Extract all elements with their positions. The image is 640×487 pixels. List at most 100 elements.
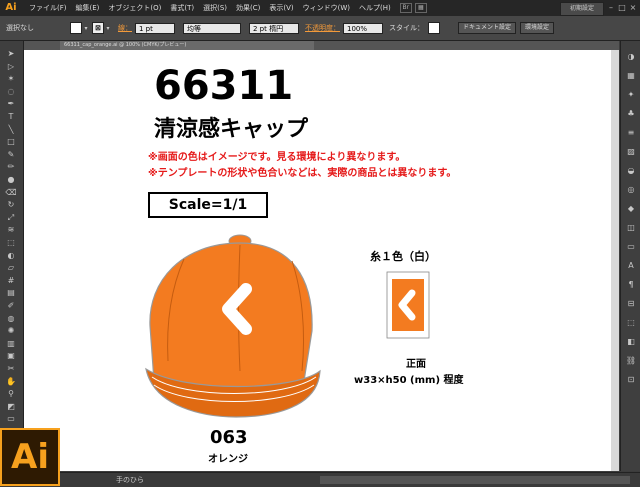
document-setup-button[interactable]: ドキュメント設定 [458,22,517,34]
opacity-field[interactable]: 100% [343,22,383,34]
magic-wand-icon[interactable]: ✶ [4,74,18,84]
scale-icon[interactable]: ⤢ [4,213,18,223]
chevron-down-icon[interactable]: ▾ [104,23,112,34]
thread-color-label: 糸１色（白） [370,250,436,263]
stroke-label[interactable]: 線： [118,23,132,33]
arrange-icon[interactable]: ▦ [414,3,427,13]
appearance-icon[interactable]: ◎ [624,184,638,196]
menu-window[interactable]: ウィンドウ(W) [303,3,350,13]
pen-icon[interactable]: ✒ [4,99,18,109]
color-name: オレンジ [208,454,248,465]
embroidery-patch [392,279,424,331]
width-icon[interactable]: ≋ [4,225,18,235]
stroke-none-swatch[interactable]: ⊠ [92,22,104,34]
status-bar: 手のひら [60,472,640,487]
document-tab-bar: 66311_cap_orange.ai @ 100% (CMYK/プレビュー) [24,41,619,50]
embroidery-preview [386,271,430,339]
artboards-icon[interactable]: ▭ [624,241,638,253]
fill-swatch[interactable] [70,22,82,34]
pencil-icon[interactable]: ✏ [4,162,18,172]
selection-icon[interactable]: ➤ [4,49,18,59]
color-notice: ※画面の色はイメージです。見る環境により異なります。 [148,152,406,163]
workspace-switcher[interactable]: 初期設定 [560,2,604,16]
current-tool-status[interactable]: 手のひら [116,475,144,485]
graph-icon[interactable]: ▥ [4,339,18,349]
style-label: スタイル： [389,24,424,32]
panel-dock: ◑ ▦ ✦ ♣ ≡ ▨ ◒ ◎ ◆ ◫ ▭ A ¶ ⊟ ⬚ ◧ ⛓ ⊡ [620,41,640,471]
stroke-weight-field[interactable]: 1 pt [135,22,175,34]
transparency-icon[interactable]: ◒ [624,165,638,177]
paragraph-icon[interactable]: ¶ [624,279,638,291]
product-name: 清涼感キャップ [154,117,309,142]
links-icon[interactable]: ⛓ [624,355,638,367]
gradient-icon[interactable]: ▤ [4,288,18,298]
opacity-label[interactable]: 不透明度： [305,23,340,33]
graphic-styles-icon[interactable]: ◆ [624,203,638,215]
shape-notice: ※テンプレートの形状や色合いなどは、実際の商品とは異なります。 [148,168,457,179]
menu-view[interactable]: 表示(V) [269,3,293,13]
minimize-button[interactable]: – [606,2,616,13]
menu-effect[interactable]: 効果(C) [236,3,260,13]
paintbrush-icon[interactable]: ✎ [4,150,18,160]
graphic-style-swatch[interactable] [428,22,440,34]
color-code: 063 [210,427,248,448]
blob-brush-icon[interactable]: ● [4,175,18,185]
vertical-scrollbar[interactable] [611,50,619,471]
menu-help[interactable]: ヘルプ(H) [359,3,391,13]
mesh-icon[interactable]: # [4,276,18,286]
menu-select[interactable]: 選択(S) [203,3,227,13]
character-icon[interactable]: A [624,260,638,272]
zoom-icon[interactable]: ⚲ [4,389,18,399]
blend-icon[interactable]: ◍ [4,314,18,324]
free-transform-icon[interactable]: ⬚ [4,238,18,248]
symbols-icon[interactable]: ♣ [624,108,638,120]
swatches-icon[interactable]: ▦ [624,70,638,82]
hand-icon[interactable]: ✋ [4,377,18,387]
direct-selection-icon[interactable]: ▷ [4,62,18,72]
artboard-icon[interactable]: ▣ [4,351,18,361]
eraser-icon[interactable]: ⌫ [4,188,18,198]
slice-icon[interactable]: ✂ [4,364,18,374]
menu-icons: Br ▦ [397,3,427,13]
type-icon[interactable]: T [4,112,18,122]
brush-field[interactable]: 2 pt 楕円 [249,22,299,34]
stroke-profile-field[interactable]: 均等 [183,22,241,34]
maximize-button[interactable]: □ [617,2,627,13]
bridge-icon[interactable]: Br [399,3,412,13]
layers-icon[interactable]: ◫ [624,222,638,234]
lasso-icon[interactable]: ◌ [4,87,18,97]
align-icon[interactable]: ⊟ [624,298,638,310]
transform-icon[interactable]: ⬚ [624,317,638,329]
menu-type[interactable]: 書式(T) [170,3,194,13]
control-bar: 選択なし ▾ ⊠ ▾ 線： 1 pt 均等 2 pt 楕円 不透明度： 100%… [0,16,640,41]
artboard-canvas[interactable]: 66311_cap_orange.ai @ 100% (CMYK/プレビュー) … [24,41,619,471]
close-button[interactable]: × [628,2,638,13]
gradient-panel-icon[interactable]: ▨ [624,146,638,158]
brushes-icon[interactable]: ✦ [624,89,638,101]
chevron-down-icon[interactable]: ▾ [82,23,90,34]
tools-panel: ➤ ▷ ✶ ◌ ✒ T ╲ □ ✎ ✏ ● ⌫ ↻ ⤢ ≋ ⬚ ◐ ▱ # ▤ ✐ ◍ ✺ ▥ ▣ ✂ ✋ ⚲ ◩ ▭ [0,41,24,431]
eyedropper-icon[interactable]: ✐ [4,301,18,311]
scale-label: Scale=1/1 [148,192,268,218]
perspective-icon[interactable]: ▱ [4,263,18,273]
fill-stroke-icon[interactable]: ◩ [4,402,18,412]
menu-file[interactable]: ファイル(F) [29,3,67,13]
cap-illustration [145,234,321,418]
menu-edit[interactable]: 編集(E) [76,3,100,13]
stroke-icon[interactable]: ≡ [624,127,638,139]
front-label: 正面 [406,359,426,370]
preferences-button[interactable]: 環境設定 [520,22,555,34]
horizontal-scrollbar[interactable] [320,476,630,484]
pathfinder-icon[interactable]: ◧ [624,336,638,348]
rotate-icon[interactable]: ↻ [4,200,18,210]
color-panel-icon[interactable]: ◑ [624,51,638,63]
navigator-icon[interactable]: ⊡ [624,374,638,386]
screen-mode-icon[interactable]: ▭ [4,414,18,424]
document-tab[interactable]: 66311_cap_orange.ai @ 100% (CMYK/プレビュー) [60,41,314,50]
menu-object[interactable]: オブジェクト(O) [108,3,161,13]
shape-builder-icon[interactable]: ◐ [4,251,18,261]
product-number: 66311 [154,63,294,109]
line-icon[interactable]: ╲ [4,125,18,135]
rectangle-icon[interactable]: □ [4,137,18,147]
symbol-sprayer-icon[interactable]: ✺ [4,326,18,336]
